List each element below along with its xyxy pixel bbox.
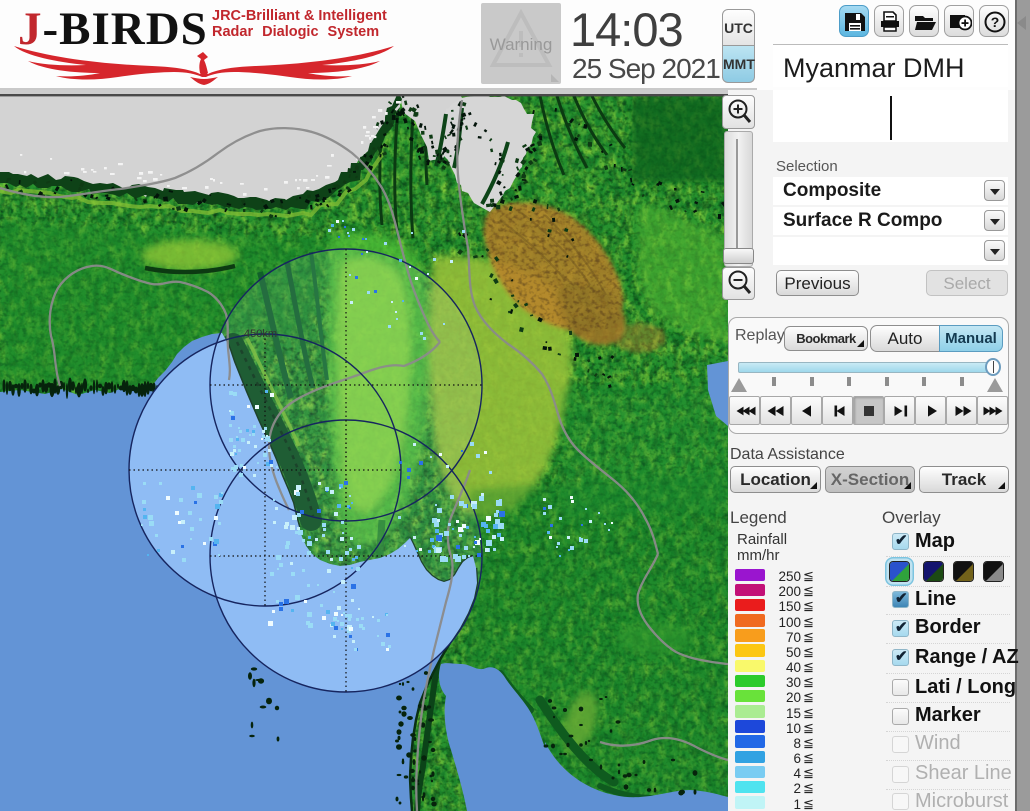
svg-text:?: ? <box>991 14 1000 30</box>
svg-text:450km: 450km <box>244 328 277 340</box>
